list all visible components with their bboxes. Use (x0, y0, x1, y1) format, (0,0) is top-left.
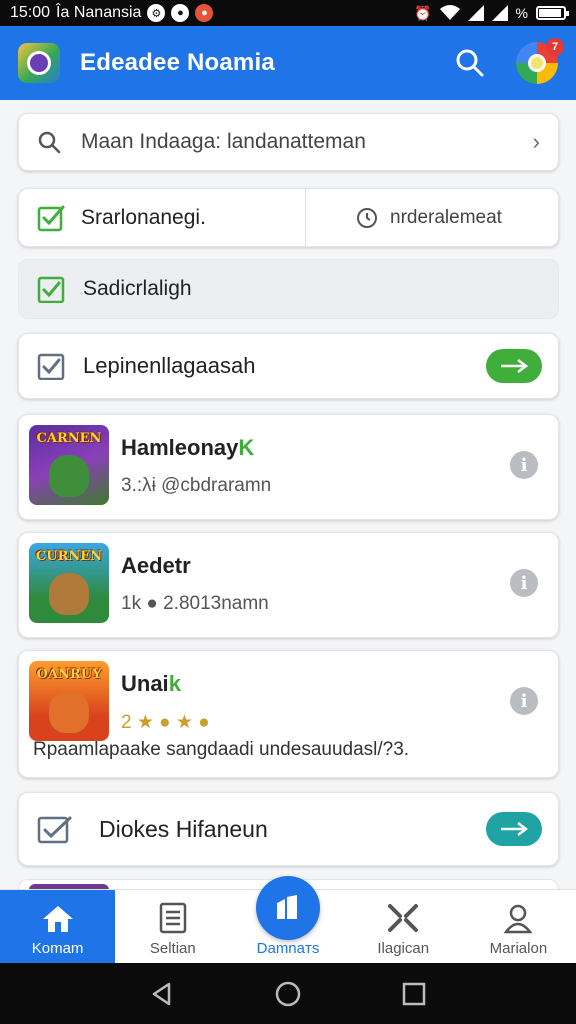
game-meta: 1k ● 2.8013namn (121, 593, 269, 614)
app-title: Edeadee Noamia (80, 49, 275, 76)
system-navigation-bar (0, 963, 576, 1024)
checkbox-checked-icon (37, 205, 65, 231)
nav-item-label: Ilagican (377, 940, 430, 957)
game-thumbnail: CURNEN (29, 543, 109, 623)
game-thumbnail: OANRUY (29, 661, 109, 741)
profile-avatar-button[interactable]: 7 (516, 38, 564, 84)
search-query-text: Maan Indaaga: landanatteman (81, 130, 366, 153)
home-icon (42, 906, 73, 932)
game-title: Unaik (121, 671, 542, 697)
avatar-icon (528, 54, 546, 72)
arrow-right-icon (501, 359, 529, 373)
info-icon[interactable]: i (510, 451, 538, 479)
game-title-text: Unai (121, 671, 169, 696)
option-row-label: Lepinenllagaasah (83, 353, 256, 378)
filter-option-right[interactable]: nrderalemeat (306, 189, 502, 246)
filter-option-left-label: Srarlonanegi. (81, 205, 206, 229)
back-icon[interactable] (149, 981, 175, 1007)
filter-option-right-label: nrderalemeat (390, 206, 502, 228)
game-title: HamleonayK (121, 435, 542, 461)
bottom-navigation: Komam Seltian Damnaтs Ilagican Marialon (0, 876, 576, 963)
checkbox-checked-icon (37, 276, 65, 303)
profile-icon (503, 904, 533, 934)
signal-icon (467, 5, 484, 21)
game-thumbnail-label: CURNEN (35, 549, 103, 564)
center-action-button[interactable] (256, 876, 320, 940)
status-bar: 15:00 Îa Nanansia ⚙ ● ● ⏰ % (0, 0, 576, 26)
clock-icon (357, 207, 377, 228)
app-bar: Edeadee Noamia 7 (0, 26, 576, 100)
battery-icon (536, 6, 569, 20)
search-icon (456, 49, 484, 77)
game-description: Rpaamlapaake sangdaadi undesauudasl/?3. (33, 739, 410, 760)
list-item[interactable]: CURNEN Aedetr 1k ● 2.8013namn i (18, 532, 559, 638)
action-row-label: Diokes Hifaneun (99, 815, 268, 842)
nav-item-home[interactable]: Komam (0, 890, 116, 963)
nav-item-label: Seltian (149, 940, 196, 957)
filter-option-left[interactable]: Srarlonanegi. (19, 189, 306, 246)
selected-option-label: Sadicrlaligh (83, 277, 192, 300)
nav-item-center[interactable]: Damnaтs (230, 876, 345, 963)
game-meta: 3.:λɨ @cbdraramn (121, 475, 272, 496)
go-button[interactable] (486, 812, 542, 846)
nav-item-profile[interactable]: Marialon (461, 890, 576, 963)
search-button[interactable] (450, 43, 490, 83)
nav-item-section[interactable]: Seltian (115, 890, 230, 963)
game-title-suffix: K (238, 435, 255, 460)
info-icon[interactable]: i (510, 569, 538, 597)
status-time: 15:00 (10, 4, 51, 21)
recents-icon[interactable] (401, 981, 427, 1007)
game-thumbnail-label: CARNEN (36, 431, 102, 446)
nav-item-label: Komam (31, 940, 84, 957)
checkbox-icon (37, 816, 72, 844)
chevron-right-icon: › (532, 129, 540, 154)
selected-option-row[interactable]: Sadicrlaligh (18, 259, 559, 319)
wifi-icon (439, 5, 460, 20)
info-icon[interactable]: i (510, 687, 538, 715)
home-circle-icon[interactable] (274, 980, 302, 1008)
search-icon (38, 131, 61, 154)
record-icon: ● (195, 4, 214, 22)
filter-row: Srarlonanegi. nrderalemeat (18, 188, 559, 247)
settings-icon: ⚙ (147, 4, 166, 22)
app-logo-icon[interactable] (18, 43, 60, 83)
document-icon (159, 902, 187, 934)
tools-icon (388, 904, 419, 932)
game-title-text: Aedetr (121, 553, 191, 578)
game-title-text: Hamleonay (121, 435, 239, 460)
nav-item-tools[interactable]: Ilagican (346, 890, 461, 963)
list-item[interactable]: OANRUY Unaik 2 ★ ● ★ ● i Rpaamlapaake sa… (18, 650, 559, 778)
battery-percent-symbol: % (515, 5, 528, 21)
game-meta: 2 ★ ● ★ ● (121, 712, 210, 733)
grid-icon (277, 895, 297, 919)
nav-item-label: Damnaтs (256, 940, 320, 957)
search-bar[interactable]: Maan Indaaga: landanatteman › (18, 113, 559, 171)
status-carrier: Îa Nanansia (56, 4, 142, 21)
nav-item-label: Marialon (489, 940, 548, 957)
game-title: Aedetr (121, 553, 542, 579)
game-thumbnail-label: OANRUY (36, 667, 102, 682)
notification-badge: 7 (546, 38, 564, 56)
alarm-icon: ⏰ (414, 4, 432, 21)
go-button[interactable] (486, 349, 542, 383)
signal-icon (491, 5, 508, 21)
game-thumbnail: CARNEN (29, 425, 109, 505)
game-title-suffix: k (168, 671, 181, 696)
option-row[interactable]: Lepinenllagaasah (18, 333, 559, 399)
power-icon: ● (171, 4, 190, 22)
list-item[interactable]: CARNEN HamleonayK 3.:λɨ @cbdraramn i (18, 414, 559, 520)
checkbox-icon (37, 353, 65, 380)
arrow-right-icon (501, 822, 529, 836)
action-row[interactable]: Diokes Hifaneun (18, 792, 559, 866)
